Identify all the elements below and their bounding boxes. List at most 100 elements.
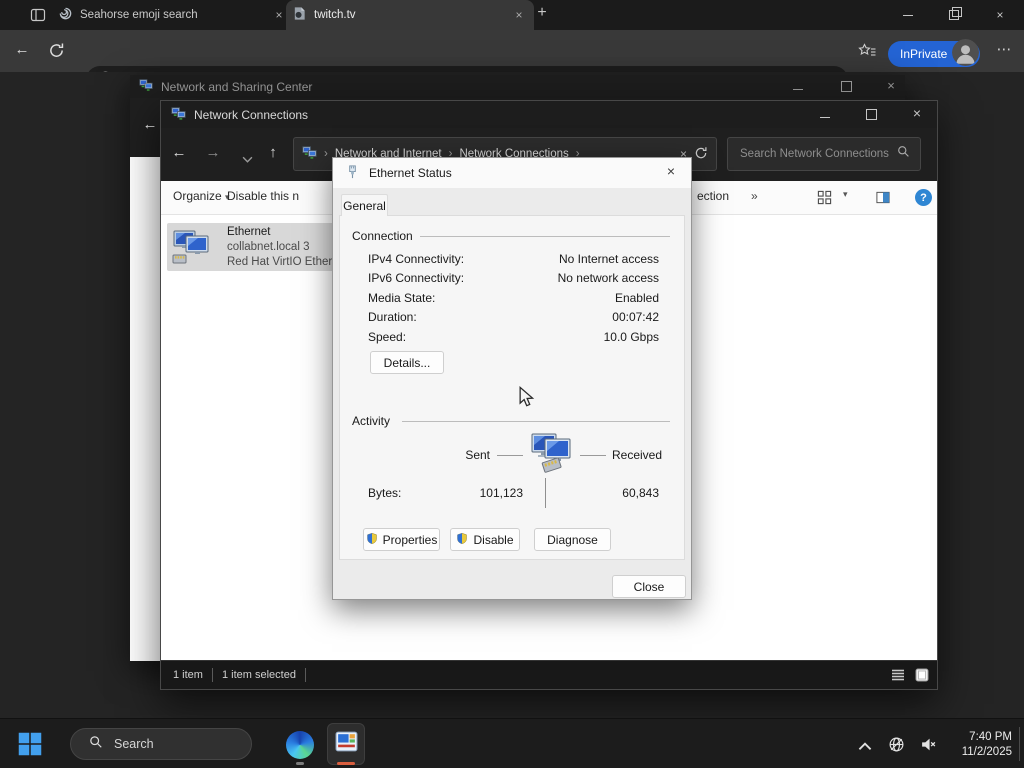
browser-minimize-button[interactable]: [886, 0, 930, 30]
activity-group-line: [402, 421, 670, 422]
ethernet-connection-item[interactable]: Ethernet collabnet.local 3 Red Hat VirtI…: [167, 223, 337, 271]
view-options-icon[interactable]: [817, 190, 832, 208]
row-value: No network access: [557, 271, 659, 286]
taskbar-clock[interactable]: 7:40 PM 11/2/2025: [934, 730, 1012, 760]
dialog-title: Ethernet Status: [369, 166, 452, 180]
row-value: 10.0 Gbps: [603, 329, 659, 344]
nc-back-button[interactable]: ←: [169, 144, 189, 161]
row-label: IPv4 Connectivity:: [368, 251, 465, 266]
restore-icon: [949, 7, 962, 20]
preview-pane-icon[interactable]: [875, 190, 891, 208]
ethernet-adapter-icon: [171, 227, 211, 271]
clock-date: 11/2/2025: [961, 746, 1012, 758]
nc-minimize-button[interactable]: [813, 107, 837, 121]
disable-device-command[interactable]: Disable this n: [227, 189, 299, 203]
browser-back-button[interactable]: ←: [12, 41, 32, 58]
tab-title: Seahorse emoji search: [80, 9, 198, 21]
sent-label: Sent: [465, 448, 490, 462]
minimize-icon: [903, 14, 913, 16]
help-icon[interactable]: ?: [915, 189, 932, 206]
tab-actions-icon[interactable]: [30, 7, 46, 28]
activity-computer-icon: [528, 431, 574, 484]
nc-title-bar[interactable]: Network Connections ×: [161, 101, 937, 128]
breadcrumb-separator: ›: [324, 148, 328, 160]
nsc-back-button[interactable]: ←: [140, 116, 160, 133]
edge-taskbar-icon[interactable]: [286, 731, 314, 759]
disable-button[interactable]: Disable: [450, 528, 520, 551]
browser-toolbar: ← A^ ☆ InPrivate ⋯: [0, 30, 1024, 94]
properties-button[interactable]: Properties: [363, 528, 440, 551]
ethernet-plug-icon: [345, 164, 360, 183]
details-button[interactable]: Details...: [370, 351, 444, 374]
start-button[interactable]: [18, 732, 42, 761]
ipv6-row: IPv6 Connectivity: No network access: [368, 269, 659, 289]
details-view-icon[interactable]: [891, 668, 905, 685]
clock-time: 7:40 PM: [969, 731, 1012, 743]
speed-row: Speed: 10.0 Gbps: [368, 327, 659, 347]
nc-close-button[interactable]: ×: [905, 105, 929, 121]
bytes-label: Bytes:: [368, 486, 402, 500]
twitch-tab-favicon-page-icon: [292, 6, 307, 24]
tab-close-icon[interactable]: ×: [510, 8, 528, 22]
network-connections-taskbar-button[interactable]: [327, 723, 365, 765]
dialog-title-bar[interactable]: Ethernet Status ×: [333, 158, 691, 188]
general-tab-page: Connection IPv4 Connectivity: No Interne…: [339, 215, 685, 560]
organize-menu[interactable]: Organize ▾: [173, 189, 230, 203]
seahorse-tab-favicon-spiral-icon: [58, 6, 73, 24]
tab-title: twitch.tv: [314, 9, 356, 21]
received-label: Received: [612, 448, 663, 462]
connection-name: Ethernet: [227, 226, 271, 238]
nsc-maximize-button[interactable]: [838, 81, 854, 95]
connection-group-line: [420, 236, 670, 237]
search-icon: [89, 735, 103, 754]
tray-overflow-chevron-icon[interactable]: [858, 738, 872, 756]
browser-menu-icon[interactable]: ⋯: [993, 40, 1015, 58]
search-icon: [897, 145, 910, 163]
activity-group-label: Activity: [352, 414, 391, 428]
row-value: Enabled: [614, 290, 659, 305]
nc-recent-chevron-icon[interactable]: [237, 150, 257, 167]
taskbar-search-box[interactable]: [70, 728, 277, 760]
network-connections-app-icon: [335, 730, 358, 758]
no-internet-globe-icon[interactable]: [888, 736, 905, 758]
connection-group-label: Connection: [352, 229, 413, 243]
nsc-title-bar[interactable]: Network and Sharing Center ×: [130, 75, 905, 98]
profile-avatar[interactable]: [952, 39, 979, 66]
tab-general[interactable]: General: [341, 194, 388, 216]
dialog-close-icon[interactable]: ×: [659, 163, 683, 183]
nsc-app-icon: [139, 78, 153, 95]
connection-command-fragment[interactable]: ection: [697, 189, 729, 203]
connection-network: collabnet.local 3: [227, 241, 310, 253]
browser-restore-button[interactable]: [932, 0, 976, 30]
diagnose-button[interactable]: Diagnose: [534, 528, 611, 551]
favorites-bar-icon[interactable]: [858, 43, 877, 64]
status-divider: [304, 668, 306, 682]
tab-twitch[interactable]: twitch.tv ×: [286, 0, 534, 30]
nc-up-button[interactable]: ↑: [263, 144, 283, 161]
nc-search-input[interactable]: [738, 147, 897, 161]
ethernet-status-dialog: Ethernet Status × General Connection IPv…: [332, 157, 692, 600]
media-state-row: Media State: Enabled: [368, 288, 659, 308]
nsc-close-button[interactable]: ×: [883, 78, 899, 93]
command-overflow-chevron[interactable]: »: [751, 189, 758, 203]
connection-device: Red Hat VirtIO Ether: [227, 256, 333, 268]
nc-app-icon: [171, 106, 186, 124]
nsc-minimize-button[interactable]: [790, 79, 806, 93]
uac-shield-icon: [456, 532, 468, 548]
new-tab-button[interactable]: +: [531, 4, 553, 22]
view-options-dropdown-icon[interactable]: ▾: [843, 189, 848, 200]
status-divider: [211, 668, 213, 682]
nc-refresh-icon[interactable]: [694, 146, 708, 163]
bytes-received-value: 60,843: [622, 486, 659, 500]
show-desktop-divider[interactable]: [1019, 727, 1020, 761]
close-button[interactable]: Close: [612, 575, 686, 598]
taskbar-search-input[interactable]: [112, 736, 277, 752]
nc-search-box[interactable]: [727, 137, 921, 171]
icons-view-icon[interactable]: [915, 668, 929, 685]
browser-close-button[interactable]: ×: [978, 0, 1022, 30]
nc-forward-button[interactable]: →: [203, 144, 223, 161]
nc-maximize-button[interactable]: [859, 109, 883, 123]
tab-seahorse[interactable]: Seahorse emoji search ×: [52, 0, 294, 30]
row-value: 00:07:42: [612, 310, 659, 325]
browser-refresh-button[interactable]: [48, 42, 65, 64]
